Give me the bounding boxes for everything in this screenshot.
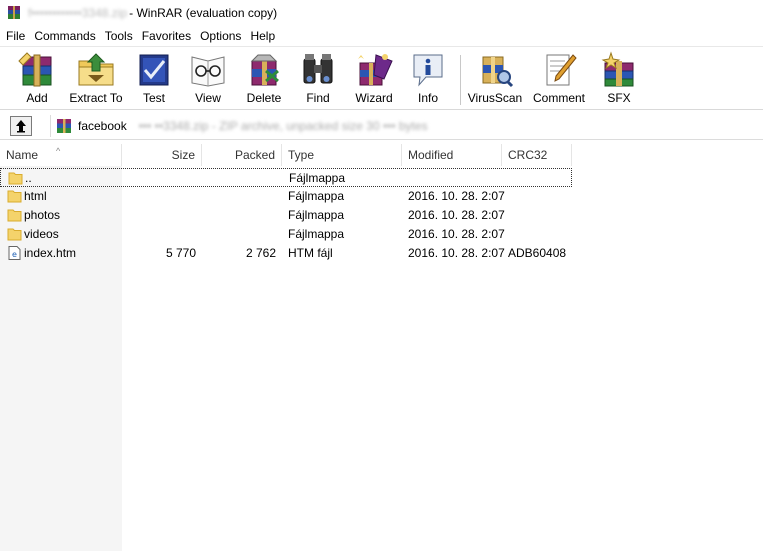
extract-to-label: Extract To [69, 91, 123, 105]
add-label: Add [26, 91, 48, 105]
toolbar: Add Extract To Test View Delete Find Wiz… [0, 46, 763, 110]
menu-tools[interactable]: Tools [103, 26, 140, 46]
up-arrow-icon [16, 120, 26, 133]
wizard-button[interactable]: Wizard [350, 51, 398, 109]
sfx-icon [601, 51, 634, 87]
add-archive-icon [18, 52, 52, 87]
address-bar: facebook ••• ••3348.zip - ZIP archive, u… [0, 112, 763, 140]
comment-icon [546, 54, 577, 86]
archive-path-field[interactable]: facebook ••• ••3348.zip - ZIP archive, u… [50, 115, 762, 137]
test-button[interactable]: Test [132, 51, 176, 109]
column-header-size[interactable]: Size [122, 144, 202, 166]
archive-path: facebook [78, 119, 127, 133]
file-type: Fájlmappa [288, 227, 345, 241]
menu-help[interactable]: Help [248, 26, 282, 46]
extract-to-button[interactable]: Extract To [68, 51, 124, 109]
menu-file[interactable]: File [4, 26, 32, 46]
view-label: View [195, 91, 221, 105]
wizard-label: Wizard [355, 91, 393, 105]
file-name: index.htm [24, 246, 77, 260]
menu-options[interactable]: Options [198, 26, 248, 46]
folder-icon [7, 190, 22, 203]
svg-text:e: e [12, 250, 17, 259]
comment-button[interactable]: Comment [530, 51, 588, 109]
sort-ascending-icon: ^ [56, 146, 61, 156]
wizard-icon [358, 54, 393, 86]
column-header-type[interactable]: Type [282, 144, 402, 166]
delete-icon [250, 54, 279, 86]
file-modified: 2016. 10. 28. 2:07 [408, 246, 505, 260]
find-button[interactable]: Find [296, 51, 340, 109]
column-header-crc32[interactable]: CRC32 [502, 144, 572, 166]
up-folder-button[interactable] [10, 116, 32, 136]
sfx-button[interactable]: SFX [598, 51, 640, 109]
folder-icon [7, 228, 22, 241]
file-list-header: ^ Name Size Packed Type Modified CRC32 [0, 144, 763, 166]
column-header-name[interactable]: ^ Name [0, 144, 122, 166]
menu-bar: File Commands Tools Favorites Options He… [0, 26, 763, 46]
file-name: photos [24, 208, 61, 222]
info-button[interactable]: Info [406, 51, 450, 109]
view-glasses-icon [191, 56, 225, 87]
htm-file-icon: e [8, 246, 21, 260]
folder-icon [7, 209, 22, 222]
toolbar-separator [460, 55, 461, 105]
table-row[interactable]: photos Fájlmappa 2016. 10. 28. 2:07 [0, 206, 572, 225]
file-type: Fájlmappa [288, 208, 345, 222]
menu-commands[interactable]: Commands [32, 26, 102, 46]
file-type: Fájlmappa [288, 189, 345, 203]
window-title: - WinRAR (evaluation copy) [129, 6, 278, 20]
extract-folder-icon [78, 53, 114, 86]
file-modified: 2016. 10. 28. 2:07 [408, 208, 505, 222]
table-row[interactable]: videos Fájlmappa 2016. 10. 28. 2:07 [0, 225, 572, 244]
virusscan-button[interactable]: VirusScan [467, 51, 523, 109]
folder-icon [8, 172, 23, 185]
file-modified: 2016. 10. 28. 2:07 [408, 189, 505, 203]
column-header-name-label: Name [6, 148, 39, 162]
comment-label: Comment [532, 91, 585, 105]
delete-label: Delete [246, 91, 282, 105]
archive-icon [57, 119, 71, 133]
table-row[interactable]: html Fájlmappa 2016. 10. 28. 2:07 [0, 187, 572, 206]
find-label: Find [306, 91, 330, 105]
window-title-obscured: f••••••••••••3348.zip [28, 6, 128, 20]
file-name: videos [24, 227, 59, 241]
archive-path-obscured: ••• ••3348.zip - ZIP archive, unpacked s… [138, 119, 428, 133]
winrar-app-icon [8, 6, 20, 19]
test-check-icon [139, 54, 169, 86]
info-label: Info [417, 91, 438, 105]
column-header-packed[interactable]: Packed [202, 144, 282, 166]
virusscan-label: VirusScan [467, 91, 523, 105]
file-crc32: ADB60408 [508, 246, 567, 260]
virus-scan-icon [482, 56, 514, 88]
table-row[interactable]: .. Fájlmappa [0, 168, 572, 187]
view-button[interactable]: View [186, 51, 230, 109]
file-name: html [24, 189, 47, 203]
file-type: HTM fájl [288, 246, 333, 260]
title-bar: f••••••••••••3348.zip - WinRAR (evaluati… [0, 0, 763, 26]
menu-favorites[interactable]: Favorites [140, 26, 198, 46]
file-size: 5 770 [165, 246, 196, 260]
file-name: .. [25, 171, 32, 185]
file-type: Fájlmappa [289, 171, 346, 185]
file-list: ^ Name Size Packed Type Modified CRC32 .… [0, 144, 763, 551]
binoculars-icon [303, 54, 333, 84]
sfx-label: SFX [607, 91, 631, 105]
table-row[interactable]: e index.htm 5 770 2 762 HTM fájl 2016. 1… [0, 244, 572, 263]
add-button[interactable]: Add [12, 51, 62, 109]
test-label: Test [142, 91, 165, 105]
delete-button[interactable]: Delete [242, 51, 286, 109]
info-icon [413, 54, 443, 87]
file-packed: 2 762 [245, 246, 276, 260]
file-modified: 2016. 10. 28. 2:07 [408, 227, 505, 241]
column-header-modified[interactable]: Modified [402, 144, 502, 166]
